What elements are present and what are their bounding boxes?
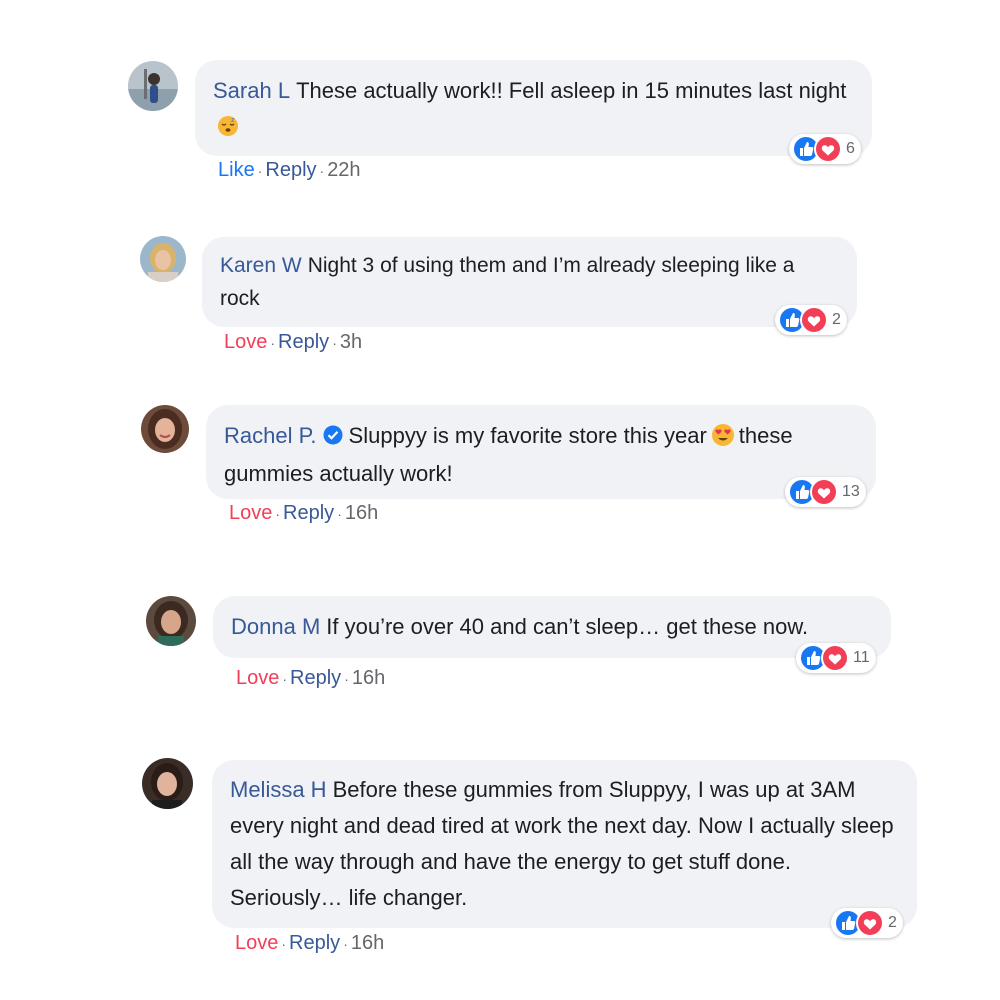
reply-button[interactable]: Reply [290,667,341,689]
love-reaction-icon [810,478,838,506]
reply-button[interactable]: Reply [283,502,334,524]
love-button[interactable]: Love [236,667,279,689]
reply-button[interactable]: Reply [278,331,329,353]
reaction-summary[interactable]: 2 [831,908,903,938]
reaction-count: 11 [853,649,870,666]
comment-timestamp[interactable]: 22h [327,159,360,181]
heart-eyes-emoji [711,423,735,457]
comment-bubble: Donna M If you’re over 40 and can’t sleep… [213,596,891,658]
reaction-summary[interactable]: 13 [785,477,866,507]
comment-timestamp[interactable]: 16h [352,667,385,689]
comment-author[interactable]: Rachel P. [224,423,317,448]
avatar[interactable] [146,596,196,646]
comment-text: Sluppyy is my favorite store this year [348,423,707,448]
comment-actions: Love · Reply · 3h [224,331,363,353]
verified-badge-icon [323,421,343,445]
comment-actions: Love · Reply · 16h [235,932,385,954]
comment-timestamp[interactable]: 3h [340,331,362,353]
comment-actions: Love · Reply · 16h [229,502,379,524]
reaction-summary[interactable]: 6 [789,134,861,164]
comment-bubble: Karen W Night 3 of using them and I’m alr… [202,237,857,327]
comment-author[interactable]: Karen W [220,254,302,277]
comment-timestamp[interactable]: 16h [345,502,378,524]
love-button[interactable]: Love [229,502,272,524]
love-reaction-icon [800,306,828,334]
reply-button[interactable]: Reply [265,159,316,181]
reaction-summary[interactable]: 11 [796,643,876,673]
avatar[interactable] [140,236,186,282]
reaction-summary[interactable]: 2 [775,305,847,335]
love-button[interactable]: Love [235,932,278,954]
comment-bubble: Melissa H Before these gummies from Slupp… [212,760,917,928]
comment-author[interactable]: Donna M [231,614,320,639]
reaction-count: 2 [832,311,841,328]
avatar[interactable] [141,405,189,453]
love-reaction-icon [814,135,842,163]
reaction-count: 2 [888,914,897,931]
comment-actions: Love · Reply · 16h [236,667,386,689]
svg-text:z: z [231,117,235,124]
reaction-count: 6 [846,140,855,157]
comment-author[interactable]: Sarah L [213,78,290,103]
love-reaction-icon [821,644,849,672]
reply-button[interactable]: Reply [289,932,340,954]
reaction-count: 13 [842,483,860,500]
sleepy-face-emoji: z [217,112,239,147]
comment-bubble: Rachel P. Sluppyy is my favorite store th… [206,405,876,499]
comment-bubble: Sarah L These actually work!! Fell asleep… [195,60,872,156]
love-reaction-icon [856,909,884,937]
comment-text: If you’re over 40 and can’t sleep… get t… [326,614,809,639]
avatar[interactable] [128,61,178,111]
comment-timestamp[interactable]: 16h [351,932,384,954]
comment-text: These actually work!! Fell asleep in 15 … [296,78,847,103]
comment-text: Before these gummies from Sluppyy, I was… [230,777,894,910]
comment-text: Night 3 of using them and I’m already sl… [220,254,795,310]
love-button[interactable]: Love [224,331,267,353]
like-button[interactable]: Like [218,159,255,181]
avatar[interactable] [142,758,193,809]
comment-author[interactable]: Melissa H [230,777,327,802]
comment-actions: Like · Reply · 22h [218,159,361,181]
